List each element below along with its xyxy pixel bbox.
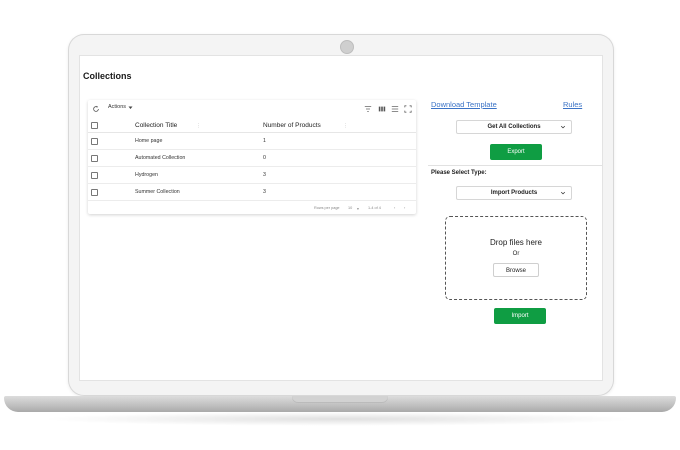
app-screen: Collections Actions Collection Title ⋮ N… xyxy=(80,56,602,380)
refresh-icon[interactable] xyxy=(92,105,100,113)
import-type-select[interactable]: Import Products xyxy=(456,186,572,200)
column-header-count[interactable]: Number of Products xyxy=(263,122,321,129)
collection-title-cell: Hydrogen xyxy=(135,172,158,178)
product-count-cell: 1 xyxy=(263,138,266,144)
rows-per-page-select[interactable]: 10 xyxy=(348,206,352,210)
file-dropzone[interactable]: Drop files here Or Browse xyxy=(445,216,587,300)
density-icon[interactable] xyxy=(391,105,399,113)
select-all-checkbox[interactable] xyxy=(91,122,98,129)
actions-menu-button[interactable]: Actions xyxy=(108,104,133,110)
table-row[interactable]: Hydrogen 3 xyxy=(88,167,416,184)
dropzone-or-label: Or xyxy=(512,251,520,257)
import-button[interactable]: Import xyxy=(494,308,546,324)
product-count-cell: 3 xyxy=(263,172,266,178)
section-divider xyxy=(428,165,602,166)
laptop-shadow xyxy=(40,412,640,426)
actions-label: Actions xyxy=(108,104,127,110)
sort-icon[interactable]: ⋮ xyxy=(196,123,201,129)
product-count-cell: 0 xyxy=(263,155,266,161)
table-header: Collection Title ⋮ Number of Products ⋮ xyxy=(88,118,416,133)
next-page-icon[interactable]: › xyxy=(404,206,405,210)
sort-icon[interactable]: ⋮ xyxy=(343,123,348,129)
chevron-down-icon xyxy=(560,125,566,129)
export-button[interactable]: Export xyxy=(490,144,542,160)
laptop-notch xyxy=(292,396,388,403)
webcam xyxy=(340,40,354,54)
dropzone-title: Drop files here xyxy=(489,238,543,247)
import-select-value: Import Products xyxy=(490,190,538,196)
table-toolbar: Actions xyxy=(88,100,416,118)
table-row[interactable]: Summer Collection 3 xyxy=(88,184,416,201)
select-type-label: Please Select Type: xyxy=(431,170,487,176)
collections-table: Actions Collection Title ⋮ Number of Pro… xyxy=(88,100,416,214)
export-type-select[interactable]: Get All Collections xyxy=(456,120,572,134)
collection-title-cell: Summer Collection xyxy=(135,189,180,195)
table-pagination: Rows per page 10 ▾ 1-4 of 4 ‹ › xyxy=(88,202,416,214)
fullscreen-icon[interactable] xyxy=(404,105,412,113)
table-row[interactable]: Home page 1 xyxy=(88,133,416,150)
page-range: 1-4 of 4 xyxy=(368,206,381,210)
browse-button[interactable]: Browse xyxy=(493,263,539,277)
chevron-down-icon xyxy=(128,106,133,109)
row-checkbox[interactable] xyxy=(91,172,98,179)
rows-per-page-label: Rows per page xyxy=(314,206,340,210)
filter-icon[interactable] xyxy=(364,105,372,113)
product-count-cell: 3 xyxy=(263,189,266,195)
rules-link[interactable]: Rules xyxy=(563,100,582,109)
collection-title-cell: Home page xyxy=(135,138,163,144)
prev-page-icon[interactable]: ‹ xyxy=(394,206,395,210)
row-checkbox[interactable] xyxy=(91,189,98,196)
collection-title-cell: Automated Collection xyxy=(135,155,186,161)
row-checkbox[interactable] xyxy=(91,138,98,145)
row-checkbox[interactable] xyxy=(91,155,98,162)
chevron-down-icon xyxy=(560,191,566,195)
download-template-link[interactable]: Download Template xyxy=(431,100,497,109)
chevron-down-icon: ▾ xyxy=(357,207,359,211)
column-header-title[interactable]: Collection Title xyxy=(135,122,177,129)
columns-icon[interactable] xyxy=(378,105,386,113)
page-title: Collections xyxy=(83,71,132,81)
export-select-value: Get All Collections xyxy=(487,124,541,130)
table-row[interactable]: Automated Collection 0 xyxy=(88,150,416,167)
